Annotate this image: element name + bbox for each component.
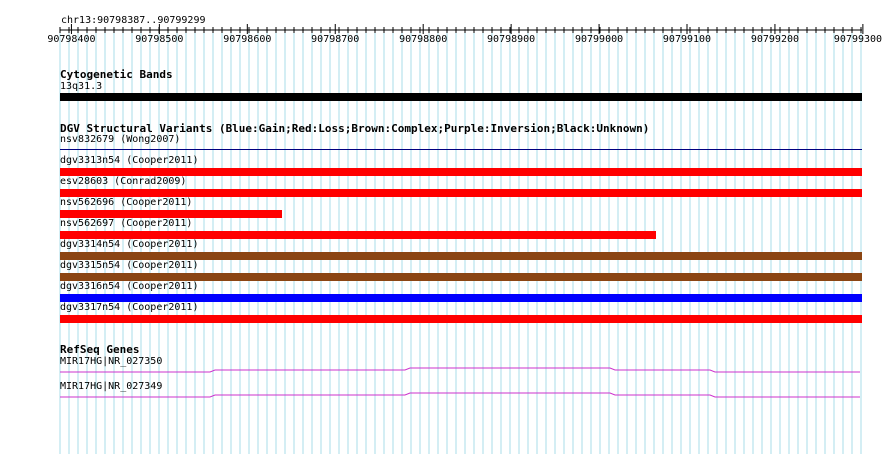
refseq-transcript[interactable] [60, 392, 860, 398]
refseq-gene-models [60, 367, 860, 398]
genome-browser-view: chr13:90798387..90799299 90798400 9079850… [0, 0, 890, 454]
refseq-transcript[interactable] [60, 367, 860, 373]
